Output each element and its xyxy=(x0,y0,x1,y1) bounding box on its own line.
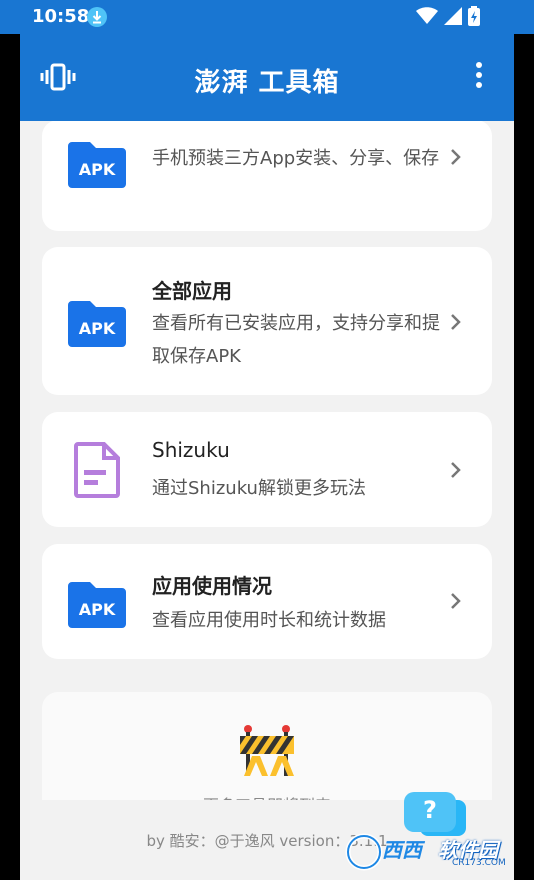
apk-folder-icon: APK xyxy=(68,578,126,630)
chevron-right-icon xyxy=(450,148,462,166)
status-bar: 10:58 xyxy=(0,0,534,34)
coming-soon-card: 更多工具即将到来 xyxy=(42,692,492,800)
card-description: 查看所有已安装应用，支持分享和提取保存APK xyxy=(152,313,440,367)
app-title: 澎湃 工具箱 xyxy=(194,68,340,98)
card-app-usage[interactable]: APK 应用使用情况 查看应用使用时长和统计数据 xyxy=(42,544,492,659)
wifi-icon xyxy=(416,7,438,29)
chevron-right-icon xyxy=(450,313,462,331)
watermark-logo: 西西 软件园 CR173.COM xyxy=(344,830,514,874)
chevron-right-icon xyxy=(450,461,462,479)
more-vert-icon[interactable] xyxy=(474,62,484,90)
watermark-domain: CR173.COM xyxy=(452,858,506,868)
question-icon: ? xyxy=(423,796,437,824)
card-title: 全部应用 xyxy=(152,279,232,303)
document-icon xyxy=(74,442,132,498)
card-description: 查看应用使用时长和统计数据 xyxy=(152,610,386,631)
status-time: 10:58 xyxy=(32,6,90,27)
apk-label: APK xyxy=(79,600,116,619)
card-title: Shizuku xyxy=(152,438,230,462)
apk-folder-icon: APK xyxy=(68,138,126,190)
chevron-right-icon xyxy=(450,592,462,610)
help-button[interactable]: ? xyxy=(404,792,456,832)
apk-label: APK xyxy=(79,160,116,179)
card-preinstalled-apps[interactable]: APK 手机预装三方App安装、分享、保存 xyxy=(42,120,492,231)
apk-folder-icon: APK xyxy=(68,297,126,349)
download-icon xyxy=(87,7,107,27)
apk-label: APK xyxy=(79,319,116,338)
watermark-text: 西西 xyxy=(382,838,422,862)
card-description: 通过Shizuku解锁更多玩法 xyxy=(152,478,366,499)
card-all-apps[interactable]: APK 全部应用 查看所有已安装应用，支持分享和提取保存APK xyxy=(42,247,492,395)
roadblock-icon xyxy=(240,724,294,782)
battery-icon xyxy=(468,6,480,30)
signal-icon xyxy=(444,7,462,29)
card-description: 手机预装三方App安装、分享、保存 xyxy=(152,148,440,169)
app-bar: 澎湃 工具箱 xyxy=(20,34,514,121)
card-shizuku[interactable]: Shizuku 通过Shizuku解锁更多玩法 xyxy=(42,412,492,527)
card-title: 应用使用情况 xyxy=(152,574,272,598)
